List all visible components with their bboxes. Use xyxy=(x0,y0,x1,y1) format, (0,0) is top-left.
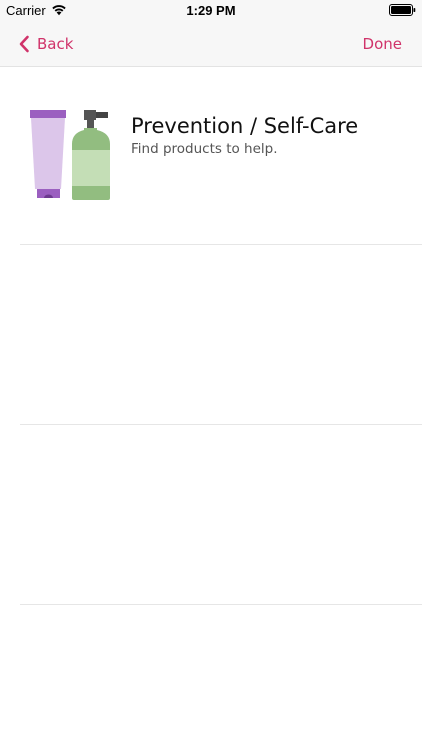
back-button[interactable]: Back xyxy=(18,33,73,55)
clock-label: 1:29 PM xyxy=(186,3,236,18)
navigation-bar: Back Done xyxy=(0,22,422,67)
page-subtitle: Find products to help. xyxy=(131,141,278,157)
battery-icon xyxy=(389,4,416,16)
done-button[interactable]: Done xyxy=(363,35,402,53)
row-divider xyxy=(20,604,422,605)
back-label: Back xyxy=(37,35,74,53)
page-title: Prevention / Self-Care xyxy=(131,114,359,138)
list-item[interactable] xyxy=(0,245,422,424)
skincare-products-icon xyxy=(30,110,110,200)
screen: Carrier 1:29 PM Back Done Prevention / S… xyxy=(0,0,422,750)
chevron-left-icon xyxy=(19,35,29,53)
status-bar: Carrier 1:29 PM xyxy=(0,0,422,22)
list-item[interactable] xyxy=(0,425,422,604)
